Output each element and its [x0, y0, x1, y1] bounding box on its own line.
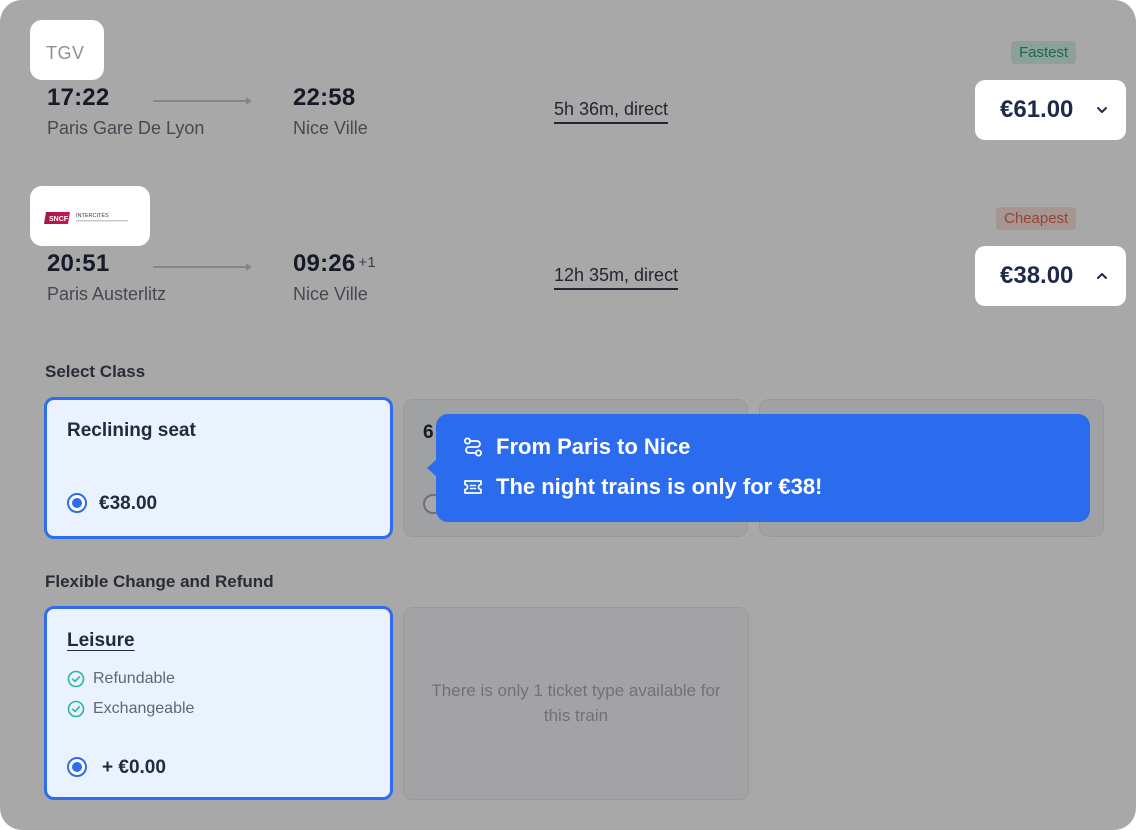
- tooltip-line-price: The night trains is only for €38!: [462, 474, 822, 500]
- arrive-station: Nice Ville: [293, 118, 368, 138]
- depart-time: 20:51: [47, 250, 110, 277]
- route-arrow: [153, 97, 252, 105]
- tooltip-line-route: From Paris to Nice: [462, 434, 690, 460]
- flexible-title: Flexible Change and Refund: [45, 572, 274, 591]
- train-results-panel: 17:22 Paris Gare De Lyon 22:58 Nice Vill…: [0, 0, 1136, 830]
- depart-station: Paris Austerlitz: [47, 284, 167, 304]
- tooltip-text-1: From Paris to Nice: [496, 434, 691, 459]
- tgv-logo: TGV: [30, 20, 104, 80]
- price-amount: €61.00: [1000, 96, 1074, 123]
- cheapest-badge: Cheapest: [996, 207, 1077, 230]
- feature-label: Refundable: [93, 670, 175, 687]
- arrive-time: 09:26 +1: [293, 250, 376, 278]
- svg-text:SNCF: SNCF: [49, 216, 69, 223]
- intercites-logo: SNCF INTERCITÉS: [30, 186, 150, 246]
- sncf-intercites-logo: SNCF INTERCITÉS: [44, 212, 128, 224]
- tooltip-text-2: The night trains is only for €38!: [496, 474, 823, 499]
- fare-option-price: + €0.00: [102, 757, 166, 778]
- price-amount: €38.00: [1000, 262, 1074, 289]
- feature-exchangeable: Exchangeable: [67, 700, 194, 718]
- arrive-station: Nice Ville: [293, 284, 368, 304]
- select-class-title: Select Class: [45, 362, 146, 381]
- arrive-time-value: 09:26: [293, 250, 356, 277]
- price-button-tgv[interactable]: €61.00: [975, 80, 1126, 140]
- duration-link[interactable]: 12h 35m, direct: [554, 265, 679, 290]
- arrive-time: 22:58: [293, 84, 356, 111]
- class-option-label: Reclining seat: [67, 420, 196, 441]
- route-arrow: [153, 263, 252, 271]
- svg-text:INTERCITÉS: INTERCITÉS: [76, 212, 109, 219]
- day-offset: +1: [358, 254, 376, 271]
- feature-label: Exchangeable: [93, 700, 195, 717]
- class-option-label: 6: [423, 422, 434, 443]
- depart-time: 17:22: [47, 84, 110, 111]
- class-radio-selected[interactable]: [67, 493, 87, 513]
- fare-option-leisure[interactable]: Leisure Refundable Exchangeable + €0.00: [44, 606, 393, 800]
- promo-tooltip: From Paris to Nice The night trains is o…: [427, 414, 1090, 522]
- duration-link[interactable]: 5h 36m, direct: [554, 99, 669, 124]
- operator-name: TGV: [46, 43, 85, 63]
- no-other-ticket-card: There is only 1 ticket type available fo…: [403, 607, 749, 800]
- fare-option-label[interactable]: Leisure: [67, 630, 135, 652]
- chevron-down-icon: [1097, 107, 1107, 113]
- check-circle-icon: [67, 700, 85, 718]
- price-button-intercites[interactable]: €38.00: [975, 246, 1126, 306]
- fare-radio-selected[interactable]: [67, 757, 87, 777]
- feature-refundable: Refundable: [67, 670, 175, 688]
- chevron-up-icon: [1097, 273, 1107, 279]
- depart-station: Paris Gare De Lyon: [47, 118, 205, 138]
- train-card-tgv[interactable]: 17:22 Paris Gare De Lyon 22:58 Nice Vill…: [20, 16, 1136, 169]
- single-ticket-note: There is only 1 ticket type available fo…: [431, 681, 721, 725]
- route-icon: [464, 437, 482, 457]
- class-option-price: €38.00: [99, 493, 158, 514]
- check-circle-icon: [67, 670, 85, 688]
- ticket-icon: [464, 480, 482, 494]
- fastest-badge: Fastest: [1011, 41, 1077, 64]
- class-option-reclining-seat[interactable]: Reclining seat €38.00: [44, 397, 393, 539]
